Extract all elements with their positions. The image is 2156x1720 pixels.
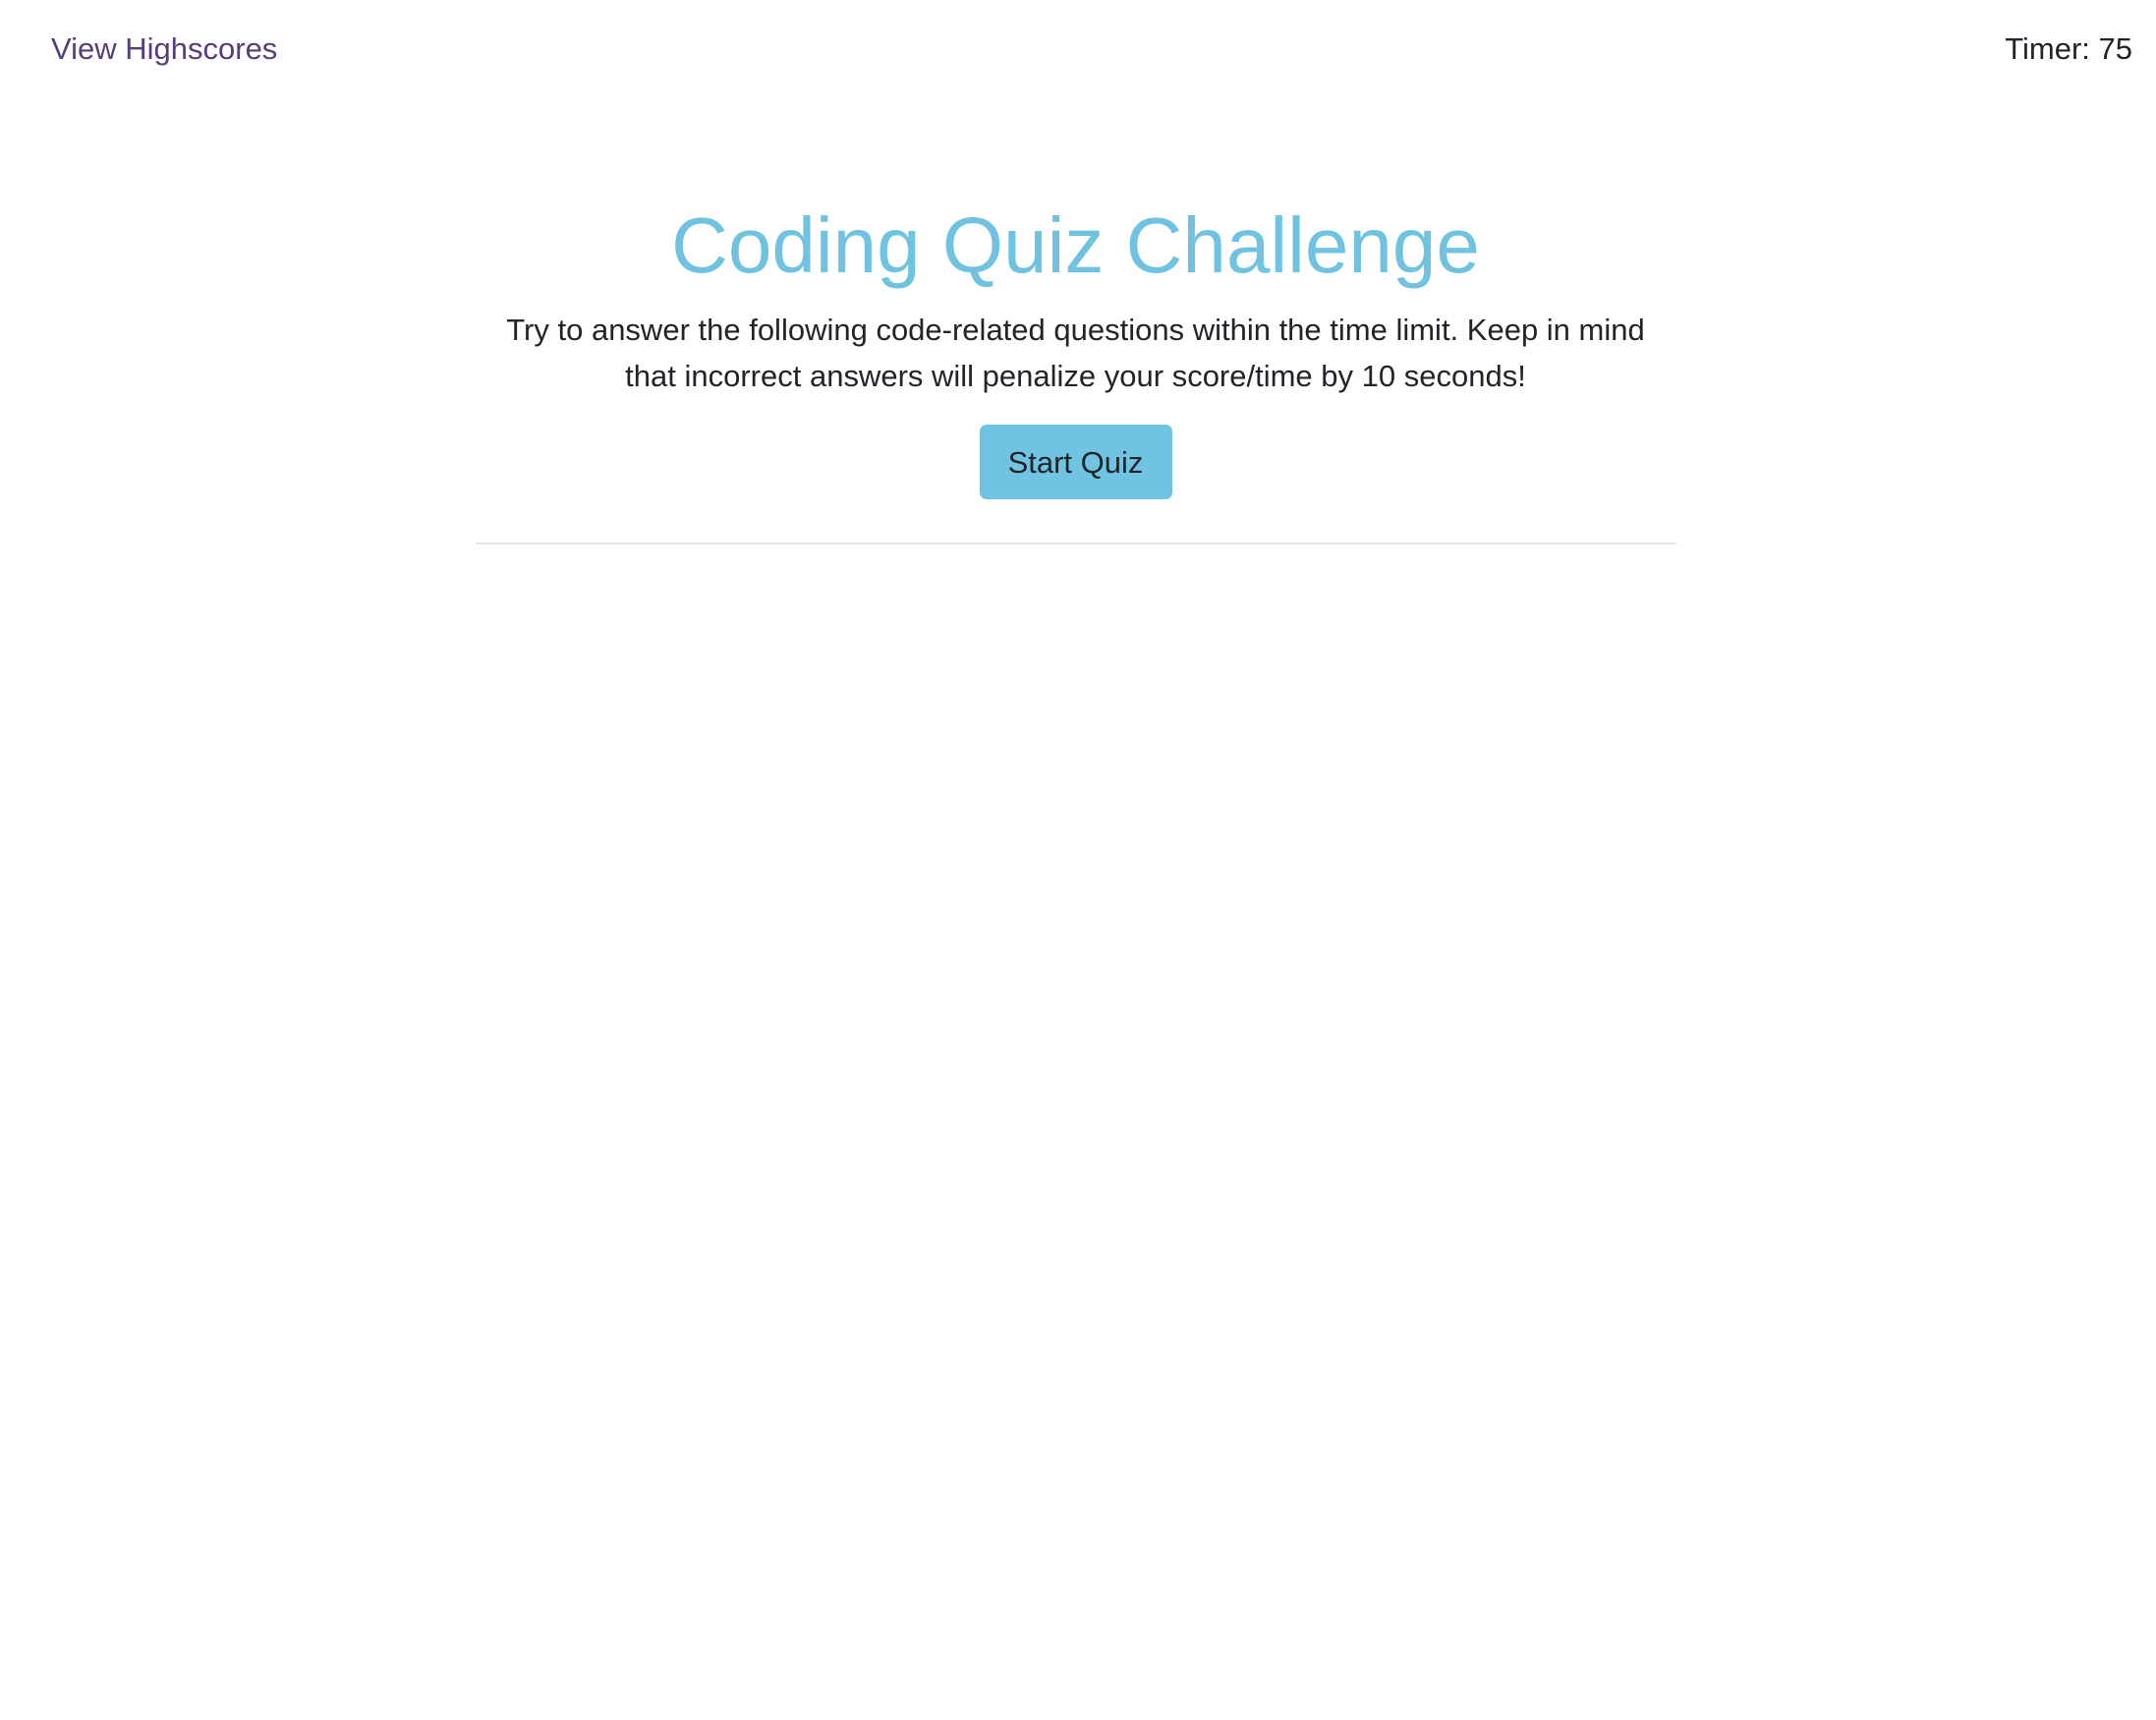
page-title: Coding Quiz Challenge [671,201,1480,289]
timer-display: Timer: 75 [2005,31,2132,66]
view-highscores-link[interactable]: View Highscores [51,31,277,67]
divider [476,543,1675,545]
quiz-description: Try to answer the following code-related… [506,313,1645,393]
start-quiz-button[interactable]: Start Quiz [979,425,1172,499]
quiz-intro: Coding Quiz Challenge Try to answer the … [476,197,1675,499]
